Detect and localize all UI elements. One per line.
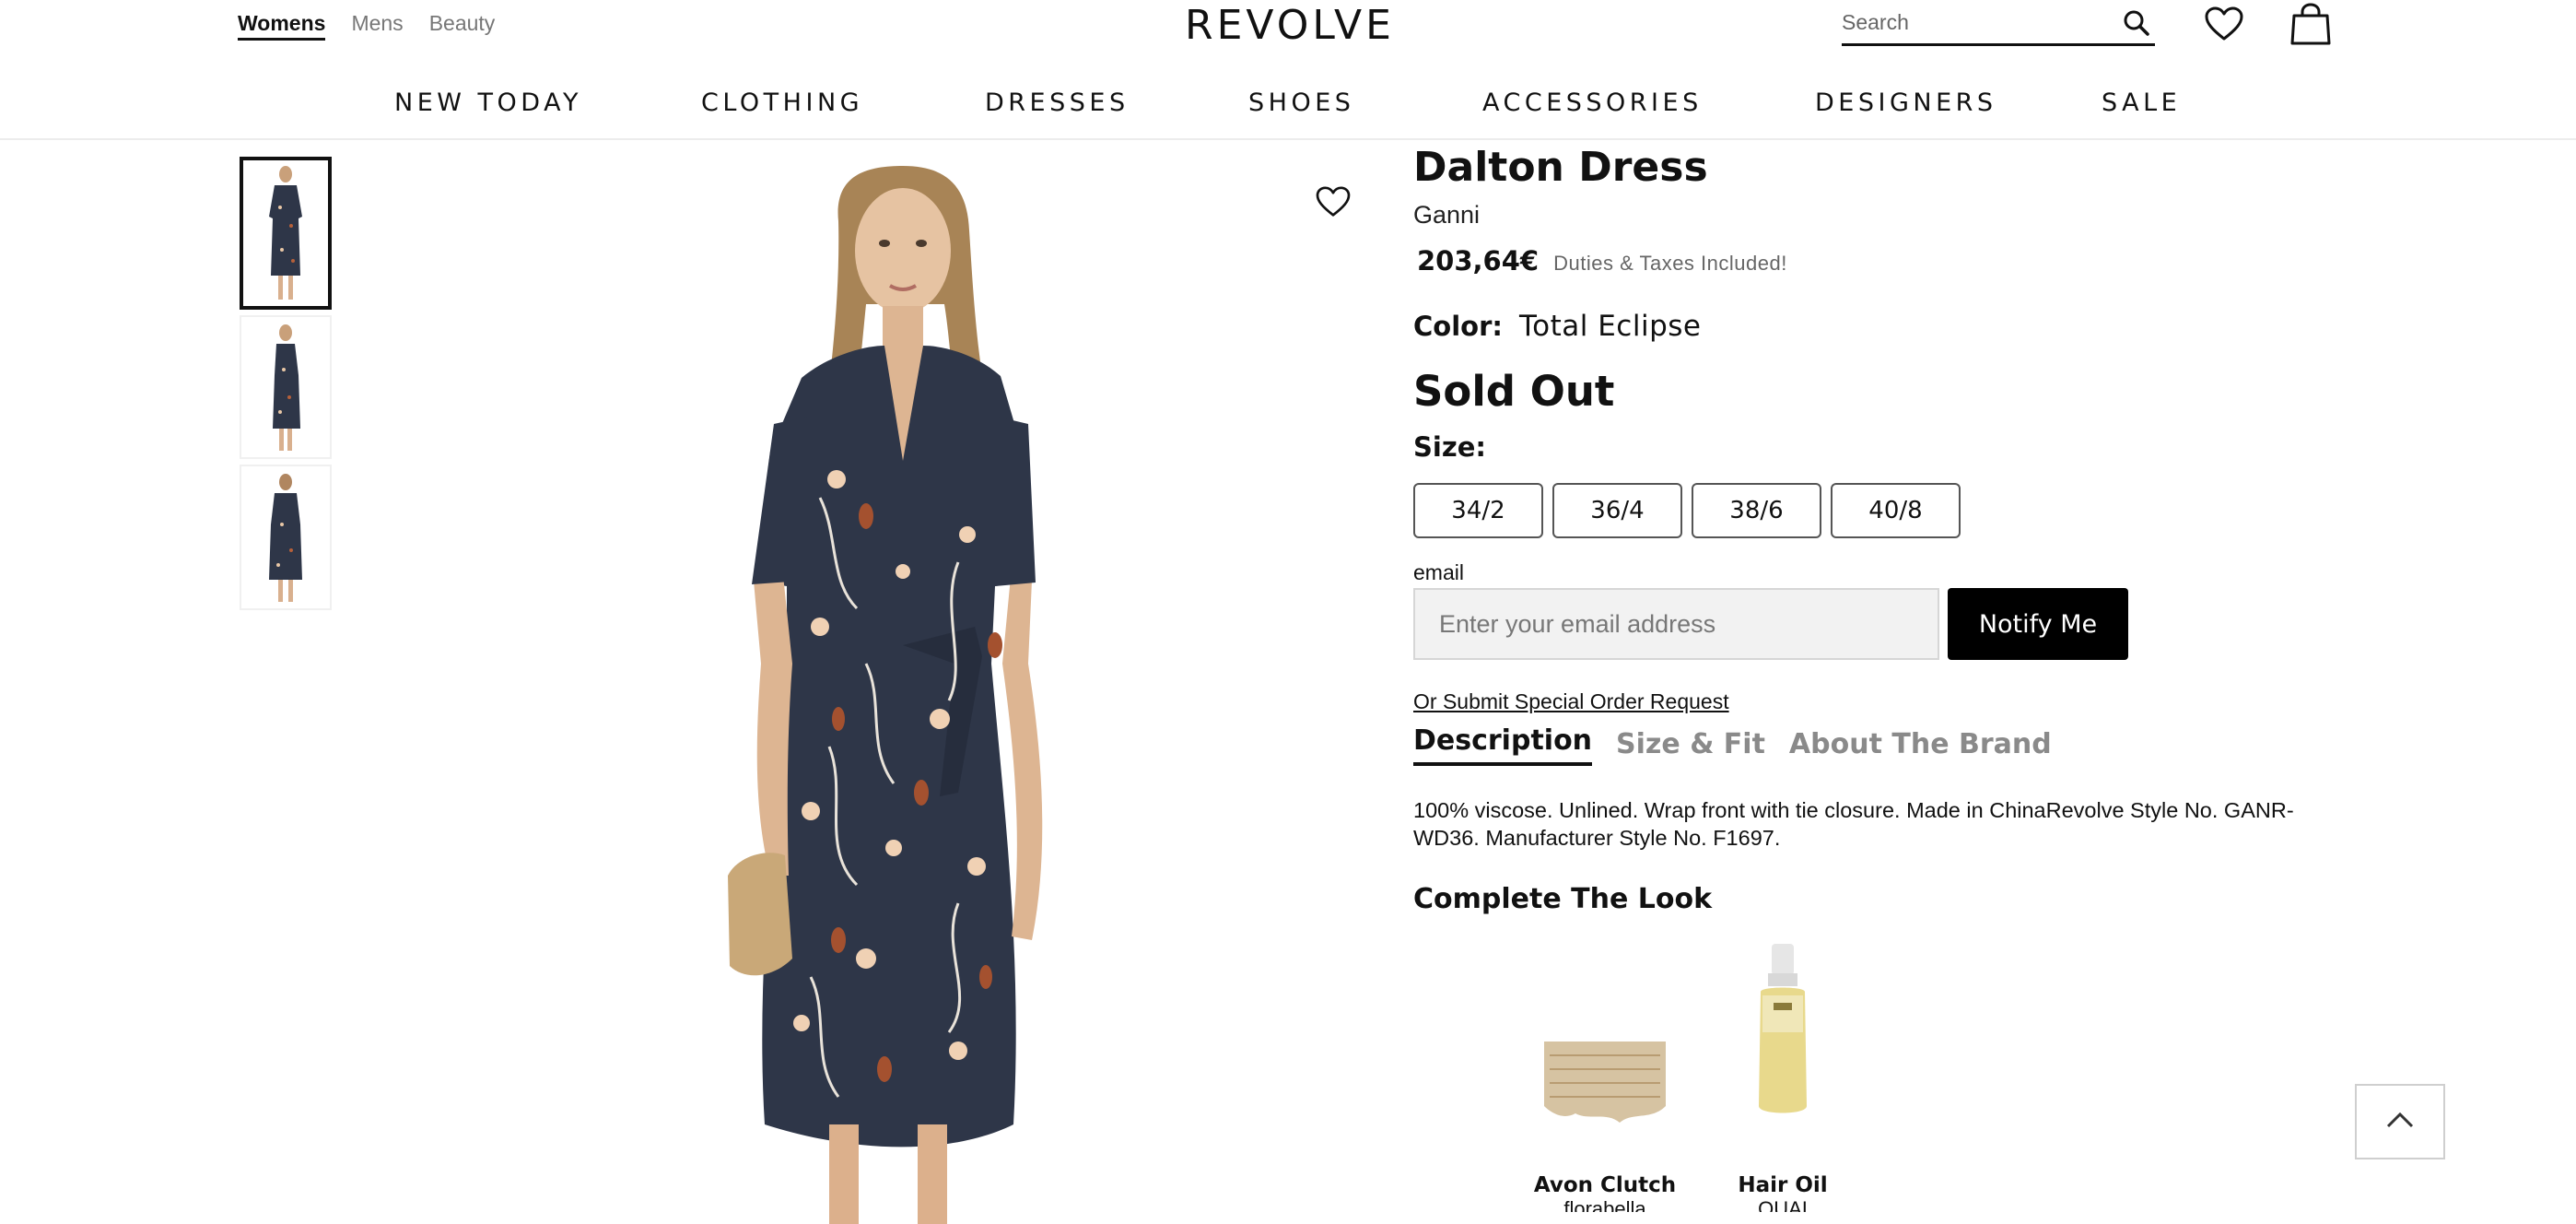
size-label: Size: — [1413, 431, 1486, 463]
main-nav: NEW TODAY CLOTHING DRESSES SHOES ACCESSO… — [0, 74, 2576, 140]
look-item-hair-oil[interactable]: Hair Oil OUAI — [1700, 940, 1866, 1212]
nav-item-shoes[interactable]: SHOES — [1248, 88, 1354, 117]
look-item-name: Hair Oil — [1738, 1173, 1828, 1197]
size-options: 34/2 36/4 38/6 40/8 — [1413, 483, 1961, 538]
duty-note: Duties & Taxes Included! — [1553, 252, 1787, 275]
size-button-34-2[interactable]: 34/2 — [1413, 483, 1543, 538]
clutch-image — [1544, 1042, 1666, 1123]
look-item-brand: OUAI — [1758, 1197, 1808, 1212]
thumbnail-image-front — [269, 166, 302, 300]
thumbnail-image-back — [269, 474, 302, 602]
product-tabs: Description Size & Fit About The Brand — [1413, 724, 2052, 766]
tab-size-fit[interactable]: Size & Fit — [1616, 728, 1765, 766]
size-button-38-6[interactable]: 38/6 — [1692, 483, 1821, 538]
site-logo[interactable]: REVOLVE — [1185, 2, 1395, 49]
price-row: 203,64€ Duties & Taxes Included! — [1413, 245, 1787, 277]
product-price: 203,64€ — [1417, 245, 1540, 277]
nav-item-dresses[interactable]: DRESSES — [985, 88, 1130, 117]
color-label: Color: — [1413, 311, 1503, 342]
look-item-name: Avon Clutch — [1533, 1173, 1677, 1197]
hair-oil-image — [1759, 944, 1807, 1113]
product-description: 100% viscose. Unlined. Wrap front with t… — [1413, 798, 2294, 850]
complete-the-look-title: Complete The Look — [1413, 883, 1713, 915]
main-product-image[interactable] — [590, 147, 1253, 1224]
back-to-top-button[interactable] — [2355, 1084, 2445, 1159]
thumbnail-3[interactable] — [240, 465, 332, 610]
look-item-brand: florabella — [1563, 1197, 1646, 1212]
top-bar: Womens Mens Beauty REVOLVE — [0, 0, 2576, 52]
wishlist-heart-icon[interactable] — [2202, 2, 2246, 46]
thumbnail-image-side — [273, 324, 300, 451]
nav-item-new-today[interactable]: NEW TODAY — [394, 88, 582, 117]
tab-description[interactable]: Description — [1413, 724, 1593, 766]
gender-nav: Womens Mens Beauty — [238, 11, 495, 41]
product-brand[interactable]: Ganni — [1413, 201, 1480, 230]
availability-status: Sold Out — [1413, 367, 1615, 416]
search-icon[interactable] — [2118, 5, 2155, 41]
thumbnail-2[interactable] — [240, 315, 332, 459]
search-bar — [1842, 2, 2155, 46]
email-label: email — [1413, 560, 1464, 584]
color-value: Total Eclipse — [1518, 310, 1702, 343]
color-row: Color: Total Eclipse — [1413, 310, 1701, 343]
shopping-bag-icon[interactable] — [2287, 0, 2335, 48]
gender-link-beauty[interactable]: Beauty — [429, 11, 496, 36]
gender-link-womens[interactable]: Womens — [238, 11, 326, 41]
nav-item-designers[interactable]: DESIGNERS — [1815, 88, 1997, 117]
size-button-36-4[interactable]: 36/4 — [1552, 483, 1682, 538]
nav-item-sale[interactable]: SALE — [2102, 88, 2181, 117]
thumbnail-1[interactable] — [240, 157, 332, 310]
product-title: Dalton Dress — [1413, 144, 1708, 191]
search-input[interactable] — [1842, 10, 2081, 35]
look-item-avon-clutch[interactable]: Avon Clutch florabella — [1522, 940, 1688, 1212]
add-to-wishlist-heart-icon[interactable] — [1312, 181, 1354, 223]
tab-about-brand[interactable]: About The Brand — [1789, 728, 2052, 766]
nav-item-clothing[interactable]: CLOTHING — [701, 88, 863, 117]
gender-link-mens[interactable]: Mens — [351, 11, 403, 36]
email-field[interactable] — [1413, 588, 1939, 660]
special-order-link[interactable]: Or Submit Special Order Request — [1413, 689, 1729, 714]
chevron-up-icon — [2386, 1112, 2414, 1133]
notify-me-button[interactable]: Notify Me — [1948, 588, 2128, 660]
size-button-40-8[interactable]: 40/8 — [1831, 483, 1961, 538]
nav-item-accessories[interactable]: ACCESSORIES — [1482, 88, 1703, 117]
